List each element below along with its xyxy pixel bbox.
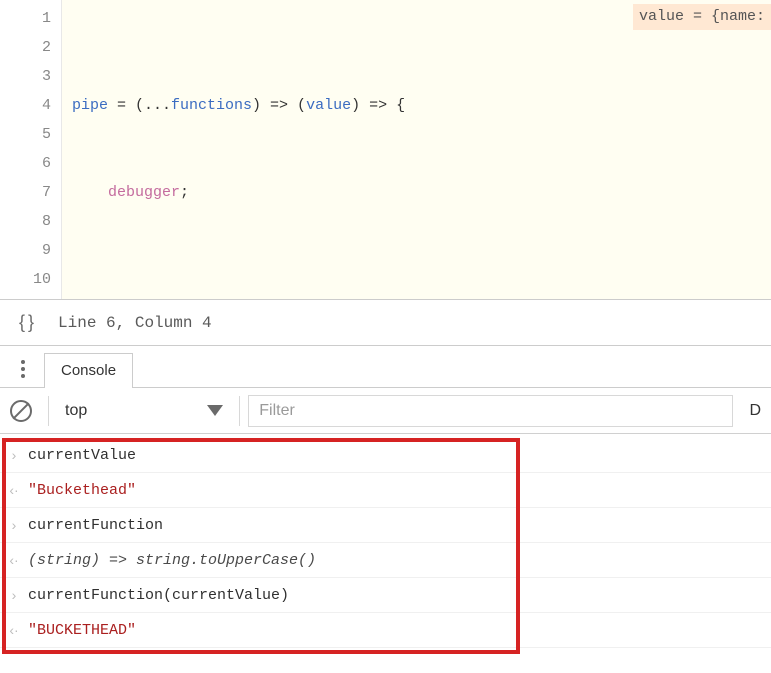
return-icon: ‹· bbox=[6, 482, 22, 498]
filter-input[interactable] bbox=[248, 395, 733, 427]
line-number: 4 bbox=[0, 91, 51, 120]
tok: ; bbox=[180, 184, 189, 201]
line-gutter: 1 2 3 4 5 6 7 8 9 10 bbox=[0, 0, 62, 299]
divider bbox=[239, 396, 240, 426]
tok: ) => ( bbox=[252, 97, 306, 114]
format-icon[interactable]: { } bbox=[14, 309, 38, 336]
console-text: currentFunction bbox=[28, 517, 163, 534]
console-input-row: › currentFunction(currentValue) bbox=[0, 578, 771, 613]
context-value: top bbox=[65, 402, 87, 420]
line-number: 5 bbox=[0, 120, 51, 149]
code-area[interactable]: value = {name: pipe = (...functions) => … bbox=[62, 0, 771, 299]
tok: pipe bbox=[72, 97, 117, 114]
line-number: 6 bbox=[0, 149, 51, 178]
console-text: "BUCKETHEAD" bbox=[28, 622, 136, 639]
tok: = (... bbox=[117, 97, 171, 114]
tok: debugger bbox=[72, 184, 180, 201]
return-icon: ‹· bbox=[6, 552, 22, 568]
code-editor[interactable]: 1 2 3 4 5 6 7 8 9 10 value = {name: pipe… bbox=[0, 0, 771, 300]
prompt-icon: › bbox=[6, 447, 22, 463]
line-number: 7 bbox=[0, 178, 51, 207]
console-toolbar: top D bbox=[0, 388, 771, 434]
console-output-row: ‹· "Buckethead" bbox=[0, 473, 771, 508]
cursor-position: Line 6, Column 4 bbox=[58, 314, 212, 332]
console-text: (string) => string.toUpperCase() bbox=[28, 552, 316, 569]
tab-console[interactable]: Console bbox=[44, 353, 133, 388]
prompt-icon: › bbox=[6, 517, 22, 533]
prompt-icon: › bbox=[6, 587, 22, 603]
line-number: 9 bbox=[0, 236, 51, 265]
tok: value bbox=[306, 97, 351, 114]
console-output-row: ‹· "BUCKETHEAD" bbox=[0, 613, 771, 648]
console-input-row: › currentFunction bbox=[0, 508, 771, 543]
status-bar: { } Line 6, Column 4 bbox=[0, 300, 771, 346]
watch-inlay: value = {name: bbox=[633, 4, 771, 30]
panel-tabs: Console bbox=[0, 346, 771, 388]
line-number: 2 bbox=[0, 33, 51, 62]
console-output: › currentValue ‹· "Buckethead" › currentFun… bbox=[0, 434, 771, 658]
clear-console-icon[interactable] bbox=[10, 400, 32, 422]
more-icon[interactable] bbox=[12, 357, 34, 387]
console-text: "Buckethead" bbox=[28, 482, 136, 499]
code-line: debugger; bbox=[72, 178, 771, 207]
line-number: 8 bbox=[0, 207, 51, 236]
code-line: pipe = (...functions) => (value) => { bbox=[72, 91, 771, 120]
tok: functions bbox=[171, 97, 252, 114]
tok: ) => { bbox=[351, 97, 405, 114]
line-number: 3 bbox=[0, 62, 51, 91]
console-text: currentValue bbox=[28, 447, 136, 464]
code-line bbox=[72, 265, 771, 294]
return-icon: ‹· bbox=[6, 622, 22, 638]
line-number: 1 bbox=[0, 4, 51, 33]
console-text: currentFunction(currentValue) bbox=[28, 587, 289, 604]
divider bbox=[48, 396, 49, 426]
chevron-down-icon bbox=[207, 405, 223, 416]
line-number: 10 bbox=[0, 265, 51, 294]
console-input-row: › currentValue bbox=[0, 438, 771, 473]
console-output-row: ‹· (string) => string.toUpperCase() bbox=[0, 543, 771, 578]
context-selector[interactable]: top bbox=[57, 398, 231, 424]
levels-cutoff: D bbox=[741, 402, 761, 420]
